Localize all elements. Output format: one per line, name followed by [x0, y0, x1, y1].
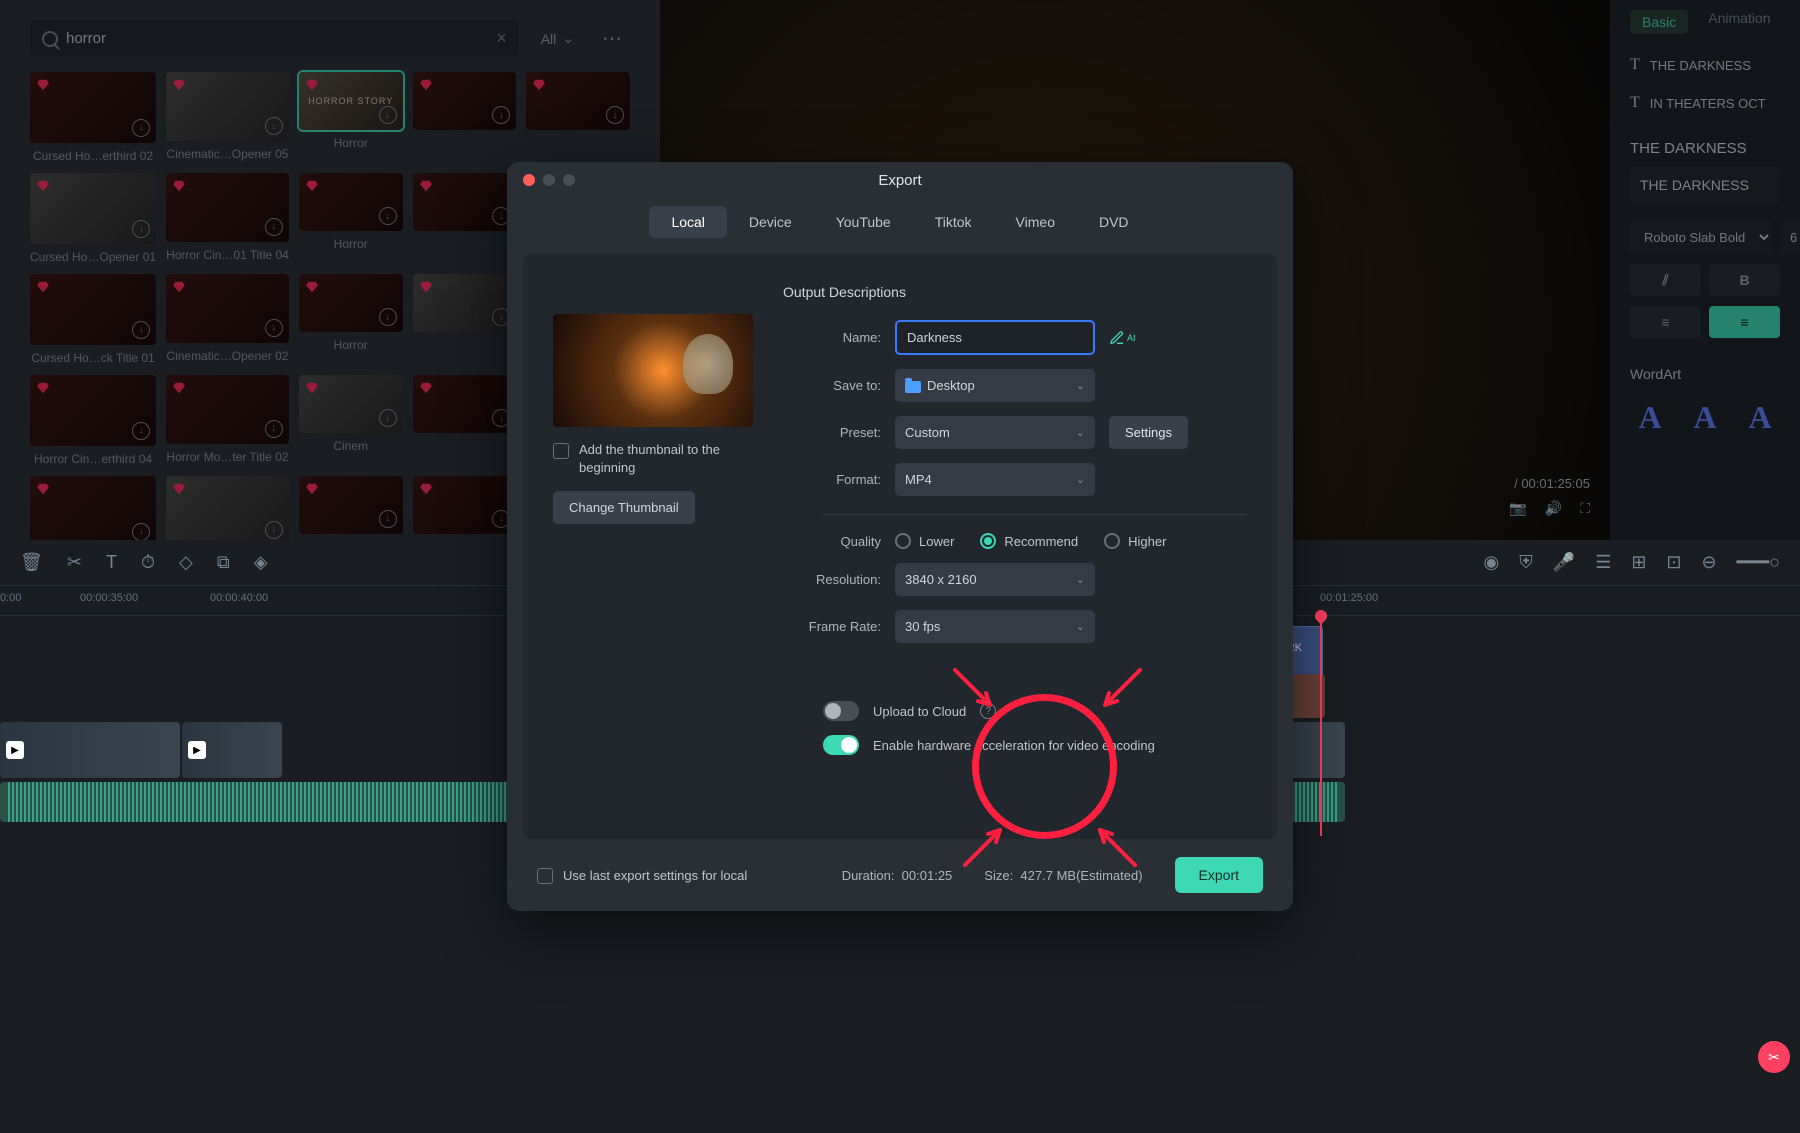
chevron-down-icon: ⌄ [1076, 426, 1085, 439]
format-select[interactable]: MP4 ⌄ [895, 463, 1095, 496]
hw-accel-toggle[interactable] [823, 735, 859, 755]
minimize-window-button[interactable] [543, 174, 555, 186]
radio-icon [980, 533, 996, 549]
preset-settings-button[interactable]: Settings [1109, 416, 1188, 449]
framerate-label: Frame Rate: [783, 619, 881, 634]
upload-cloud-label: Upload to Cloud [873, 704, 966, 719]
chevron-down-icon: ⌄ [1076, 473, 1085, 486]
chevron-down-icon: ⌄ [1076, 379, 1085, 392]
output-descriptions-label: Output Descriptions [783, 284, 1247, 300]
resolution-label: Resolution: [783, 572, 881, 587]
size-label: Size: 427.7 MB(Estimated) [984, 868, 1142, 883]
help-icon[interactable]: ? [980, 703, 996, 719]
export-tab-youtube[interactable]: YouTube [814, 206, 913, 238]
preset-select[interactable]: Custom ⌄ [895, 416, 1095, 449]
thumbnail-preview [553, 314, 753, 427]
dialog-title: Export [878, 172, 921, 189]
framerate-select[interactable]: 30 fps ⌄ [895, 610, 1095, 643]
use-last-settings-checkbox[interactable] [537, 868, 553, 884]
export-tab-dvd[interactable]: DVD [1077, 206, 1151, 238]
saveto-select[interactable]: Desktop ⌄ [895, 369, 1095, 402]
chevron-down-icon: ⌄ [1076, 573, 1085, 586]
add-thumbnail-label: Add the thumbnail to the beginning [579, 441, 753, 477]
preset-label: Preset: [783, 425, 881, 440]
export-tab-vimeo[interactable]: Vimeo [994, 206, 1077, 238]
export-button[interactable]: Export [1175, 857, 1263, 893]
export-dialog: Export Local Device YouTube Tiktok Vimeo… [507, 162, 1293, 911]
resolution-select[interactable]: 3840 x 2160 ⌄ [895, 563, 1095, 596]
export-tab-device[interactable]: Device [727, 206, 814, 238]
change-thumbnail-button[interactable]: Change Thumbnail [553, 491, 695, 524]
duration-label: Duration: 00:01:25 [842, 868, 953, 883]
chevron-down-icon: ⌄ [1076, 620, 1085, 633]
add-thumbnail-checkbox[interactable] [553, 443, 569, 459]
saveto-label: Save to: [783, 378, 881, 393]
name-input[interactable] [895, 320, 1095, 355]
quality-label: Quality [783, 534, 881, 549]
maximize-window-button[interactable] [563, 174, 575, 186]
export-tab-tiktok[interactable]: Tiktok [913, 206, 994, 238]
use-last-settings-label: Use last export settings for local [563, 868, 747, 883]
quality-recommend-radio[interactable]: Recommend [980, 533, 1078, 549]
name-label: Name: [783, 330, 881, 345]
folder-icon [905, 381, 921, 393]
quality-lower-radio[interactable]: Lower [895, 533, 954, 549]
format-label: Format: [783, 472, 881, 487]
radio-icon [895, 533, 911, 549]
export-tab-local[interactable]: Local [649, 206, 726, 238]
ai-rename-icon[interactable]: AI [1109, 330, 1136, 346]
upload-cloud-toggle[interactable] [823, 701, 859, 721]
close-window-button[interactable] [523, 174, 535, 186]
quality-higher-radio[interactable]: Higher [1104, 533, 1166, 549]
radio-icon [1104, 533, 1120, 549]
hw-accel-label: Enable hardware acceleration for video e… [873, 738, 1155, 753]
